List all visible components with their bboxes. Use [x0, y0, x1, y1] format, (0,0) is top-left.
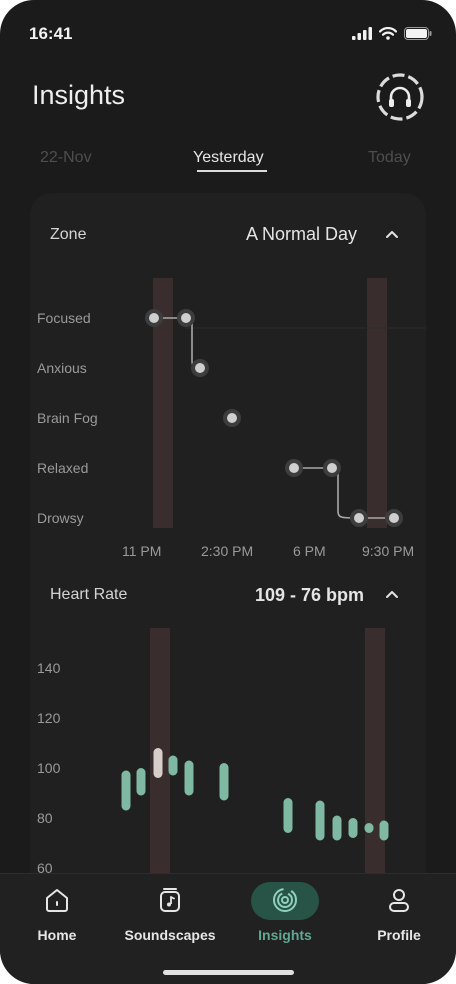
zone-x-tick: 6 PM: [293, 543, 326, 559]
hr-y-tick: 100: [37, 760, 61, 776]
hr-range-bar: [283, 798, 293, 833]
hr-range-bar: [315, 800, 325, 841]
headphones-icon[interactable]: [375, 72, 425, 122]
zone-point: [289, 463, 299, 473]
zone-value: A Normal Day: [246, 224, 358, 244]
zone-level-brain-fog: Brain Fog: [37, 410, 98, 426]
hr-y-tick: 80: [37, 810, 53, 826]
zone-point: [354, 513, 364, 523]
hr-range-bar: [136, 768, 146, 796]
zone-highlight-band: [367, 278, 387, 528]
music-box-icon: [160, 888, 180, 912]
heart-rate-value: 109 - 76 bpm: [255, 585, 365, 605]
zone-x-tick: 9:30 PM: [362, 543, 415, 559]
zone-point: [195, 363, 205, 373]
profile-icon: [389, 889, 409, 912]
home-indicator: [163, 970, 294, 975]
hr-y-tick: 120: [37, 710, 61, 726]
hr-range-bar: [121, 770, 131, 811]
nav-label-insights: Insights: [258, 927, 312, 943]
nav-label-soundscapes: Soundscapes: [124, 927, 216, 943]
phone-screen: 16:41 Insights 22-Nov Yesterday Today Zo…: [0, 0, 456, 984]
nav-home[interactable]: Home: [17, 874, 97, 954]
hr-range-bar: [184, 760, 194, 796]
bottom-navigation: Home Soundscapes Insights Profile: [0, 873, 456, 984]
signal-icon: [352, 27, 372, 40]
zone-x-tick: 2:30 PM: [201, 543, 254, 559]
zone-point: [389, 513, 399, 523]
wifi-icon: [379, 27, 397, 40]
nav-soundscapes[interactable]: Soundscapes: [115, 874, 225, 954]
zone-level-focused: Focused: [37, 310, 91, 326]
status-bar: 16:41: [0, 0, 456, 70]
hr-range-bar: [219, 763, 229, 801]
insights-card: Zone A Normal Day Focused Anxious Brain …: [30, 193, 426, 913]
nav-profile[interactable]: Profile: [359, 874, 439, 954]
hr-y-tick: 140: [37, 660, 61, 676]
tab-yesterday[interactable]: Yesterday: [193, 149, 264, 167]
zone-point: [327, 463, 337, 473]
page-title: Insights: [32, 80, 126, 110]
zone-point: [181, 313, 191, 323]
zone-level-anxious: Anxious: [37, 360, 87, 376]
heart-rate-label: Heart Rate: [50, 586, 128, 603]
tab-today[interactable]: Today: [368, 149, 411, 167]
heart-rate-collapse-chevron-icon[interactable]: [385, 589, 399, 599]
insights-rings-icon: [273, 888, 297, 912]
zone-point: [149, 313, 159, 323]
hr-range-bar: [379, 820, 389, 841]
nav-label-profile: Profile: [377, 927, 421, 943]
status-time: 16:41: [29, 24, 73, 43]
zone-x-tick: 11 PM: [122, 543, 162, 559]
hr-range-bar: [153, 748, 163, 778]
hr-range-bar: [168, 755, 178, 776]
battery-icon: [404, 27, 432, 40]
zone-point: [227, 413, 237, 423]
zone-level-drowsy: Drowsy: [37, 510, 84, 526]
nav-label-home: Home: [37, 927, 77, 943]
status-icons: [352, 27, 432, 40]
tab-22-nov[interactable]: 22-Nov: [40, 149, 92, 167]
hr-range-bar: [364, 823, 374, 833]
nav-insights[interactable]: Insights: [245, 874, 325, 954]
hr-range-bar: [348, 818, 358, 838]
zone-level-relaxed: Relaxed: [37, 460, 89, 476]
tab-underline: [197, 170, 267, 172]
zone-label: Zone: [50, 226, 87, 243]
home-icon: [46, 889, 68, 912]
hr-range-bar: [332, 815, 342, 841]
zone-collapse-chevron-icon[interactable]: [385, 229, 399, 239]
hr-highlight-band: [365, 628, 385, 913]
